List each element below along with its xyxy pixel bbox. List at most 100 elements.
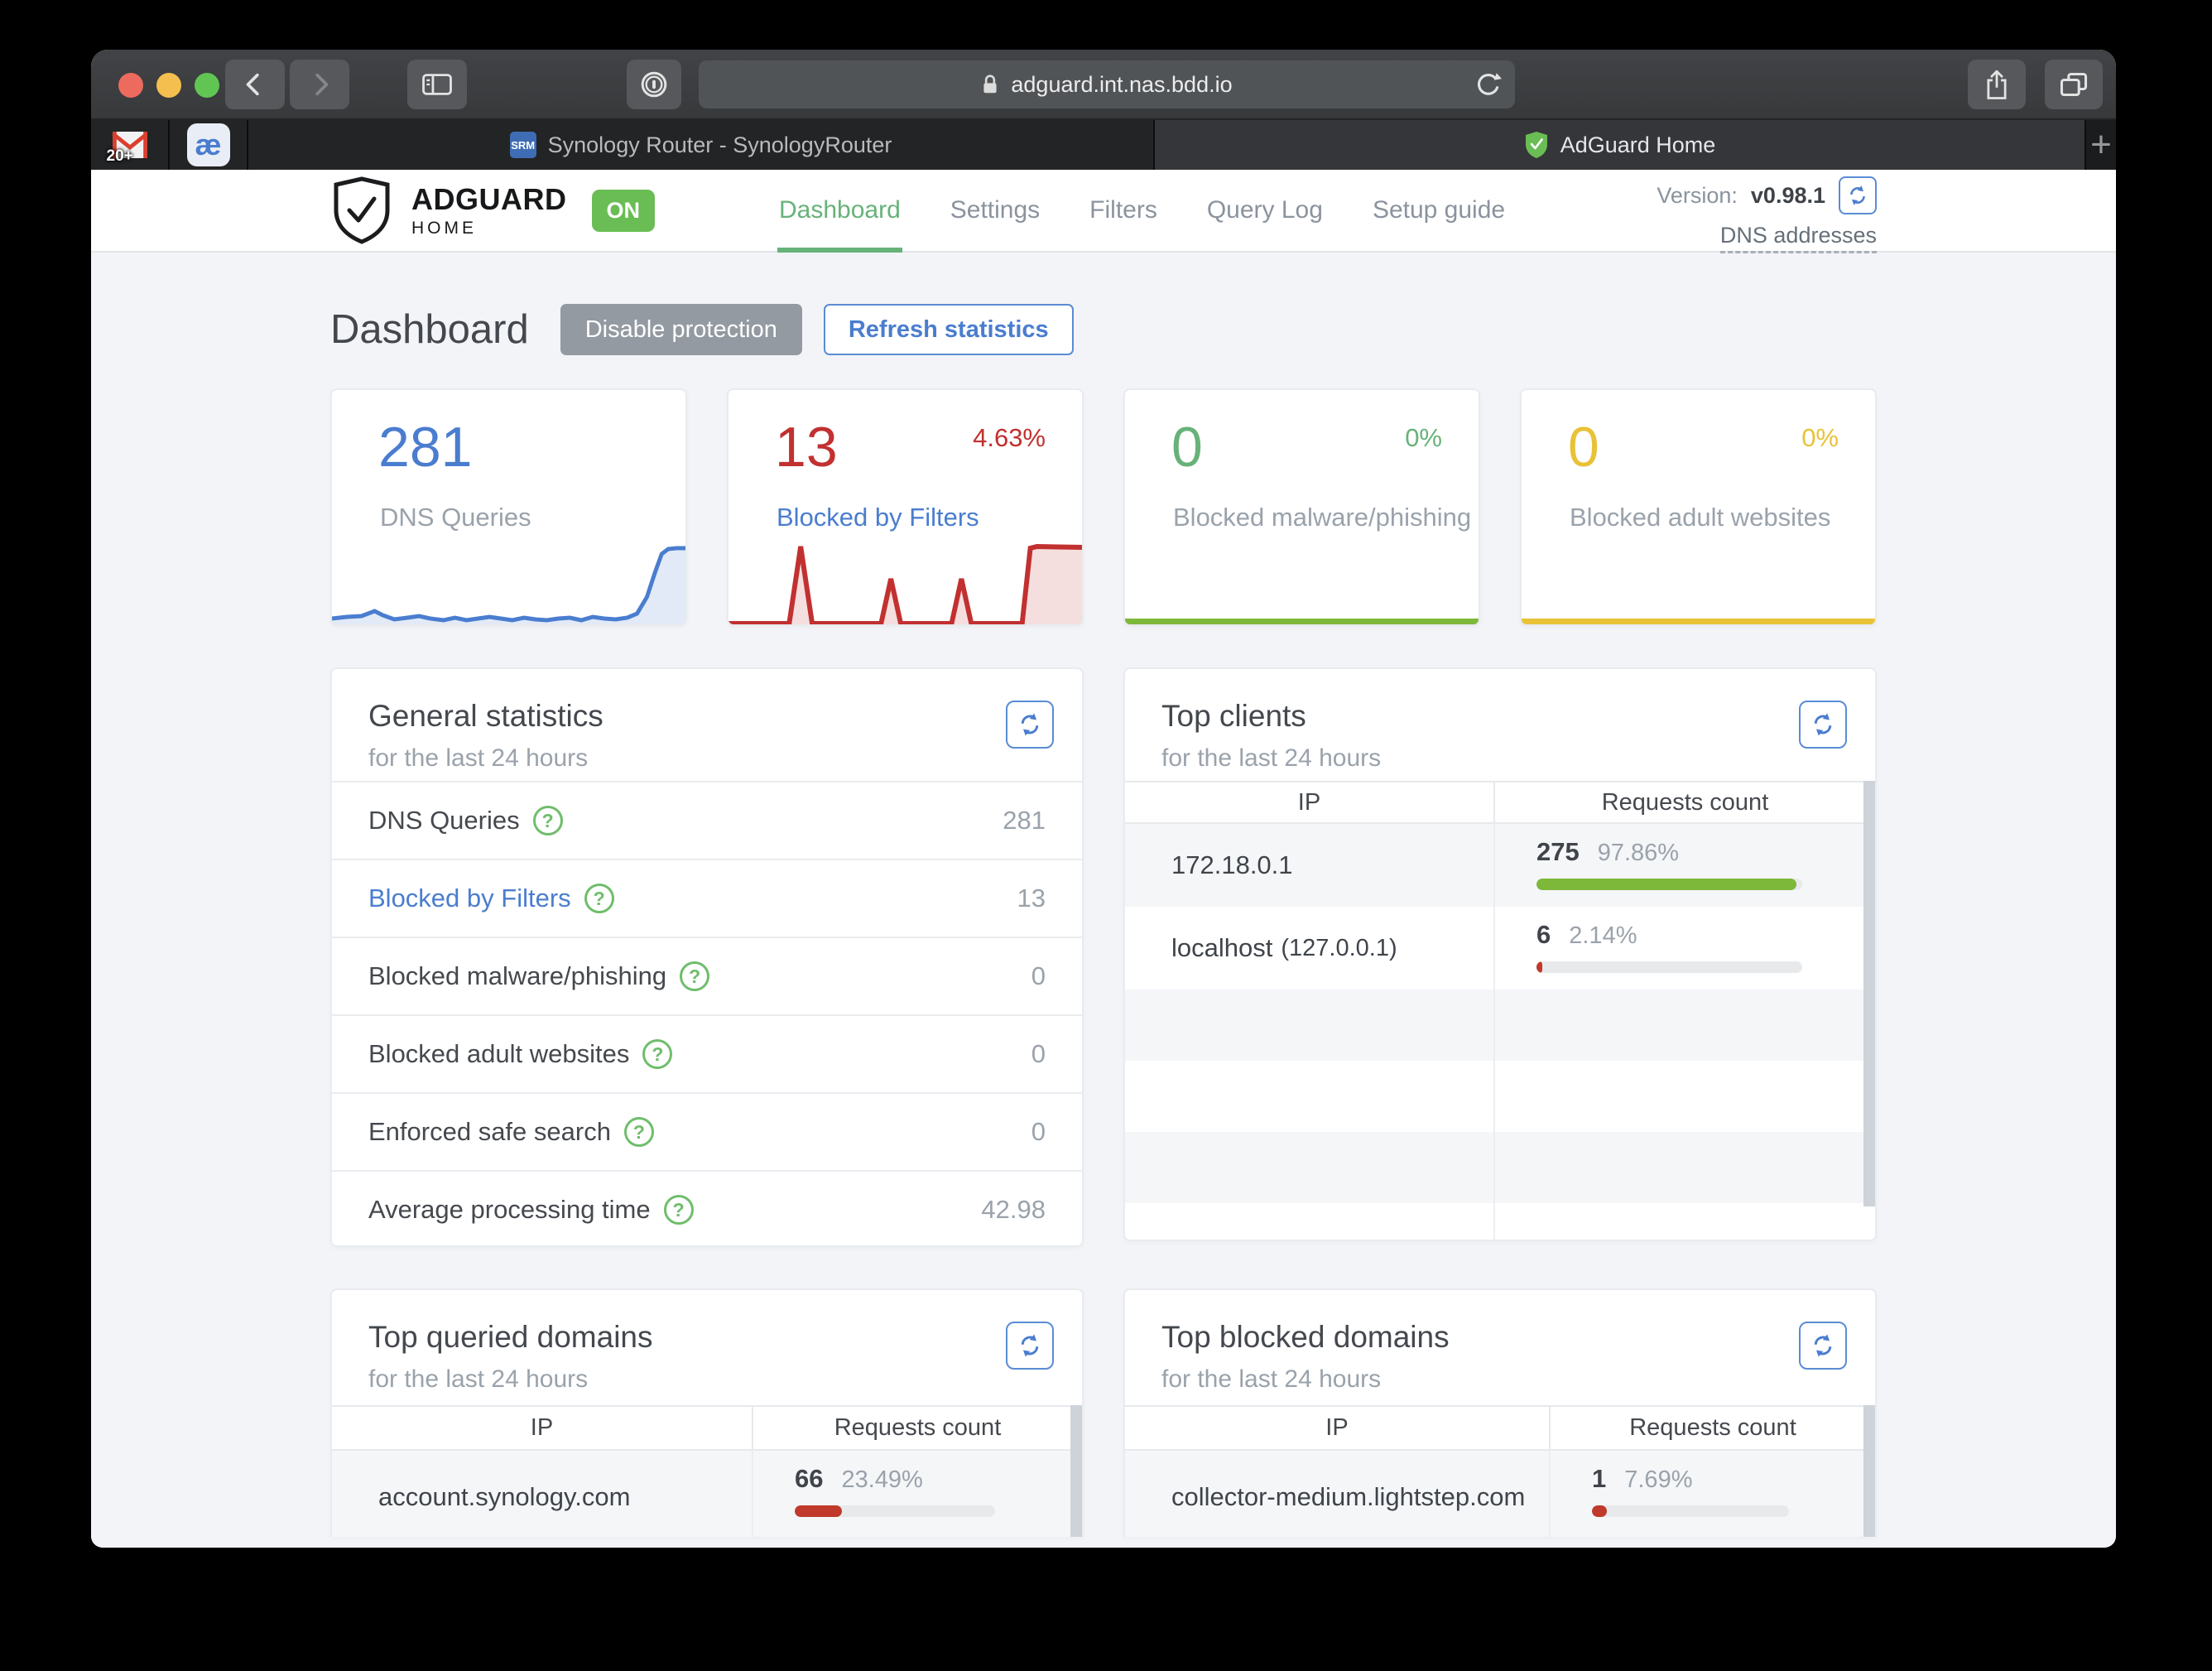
close-window-button[interactable] <box>118 73 143 98</box>
table-header: IP Requests count <box>1125 1405 1875 1451</box>
panel-subtitle: for the last 24 hours <box>368 744 589 772</box>
protection-status-badge: ON <box>591 189 655 232</box>
stat-value: 281 <box>1003 806 1046 835</box>
brand-name: ADGUARD <box>411 181 567 216</box>
request-percent: 2.14% <box>1569 922 1637 949</box>
gmail-icon: 20+ <box>107 131 148 165</box>
refresh-icon <box>1021 1334 1039 1357</box>
back-button[interactable] <box>225 60 285 109</box>
nav-item-setup-guide[interactable]: Setup guide <box>1348 170 1530 251</box>
refresh-statistics-button[interactable]: Refresh statistics <box>823 304 1074 355</box>
table-row: 172.18.0.1 275 97.86% <box>1125 824 1875 907</box>
card-label-link[interactable]: Blocked by Filters <box>777 503 979 532</box>
progress-bar-fill <box>1536 961 1542 973</box>
stat-value: 0 <box>1031 961 1046 990</box>
refresh-icon <box>1814 1334 1832 1357</box>
column-header-ip[interactable]: IP <box>1125 783 1495 822</box>
dns-addresses-link[interactable]: DNS addresses <box>1719 223 1877 253</box>
nav-item-dashboard[interactable]: Dashboard <box>754 170 926 253</box>
keyhole-icon <box>641 71 667 98</box>
tab-adguard-home[interactable]: AdGuard Home <box>1155 120 2086 170</box>
help-icon[interactable]: ? <box>532 806 563 836</box>
new-tab-button[interactable]: + <box>2086 120 2116 170</box>
refresh-panel-button[interactable] <box>1799 701 1847 749</box>
column-header-requests[interactable]: Requests count <box>753 1407 1082 1449</box>
help-icon[interactable]: ? <box>663 1195 694 1225</box>
panel-title: Top blocked domains <box>1161 1320 1450 1354</box>
column-header-ip[interactable]: IP <box>1125 1407 1551 1449</box>
password-extension-button[interactable] <box>627 60 681 109</box>
table-row: collector-medium.lightstep.com 1 7.69% <box>1125 1451 1875 1537</box>
stat-row-blocked-malware: Blocked malware/phishing ? 0 <box>332 937 1082 1014</box>
card-percent: 0% <box>1405 423 1442 452</box>
forward-button[interactable] <box>290 60 349 109</box>
pinned-tab-gmail[interactable]: 20+ <box>91 120 170 170</box>
stat-value: 0 <box>1031 1039 1046 1068</box>
card-value: 13 <box>775 416 838 479</box>
reload-button[interactable] <box>1474 71 1502 99</box>
tabs-overview-icon <box>2060 73 2088 96</box>
stat-label: Average processing time <box>368 1195 651 1224</box>
scrollbar-thumb[interactable] <box>1863 781 1875 1206</box>
page-title: Dashboard <box>330 307 529 352</box>
scrollbar-thumb[interactable] <box>1863 1405 1875 1537</box>
general-statistics-panel: General statistics for the last 24 hours… <box>330 667 1084 1247</box>
client-ip: 172.18.0.1 <box>1125 824 1495 907</box>
tab-overview-button[interactable] <box>2045 60 2103 109</box>
stat-label: Enforced safe search <box>368 1117 611 1146</box>
url-text: adguard.int.nas.bdd.io <box>1011 71 1233 97</box>
card-label: Blocked adult websites <box>1570 503 1831 532</box>
tab-synology-router[interactable]: SRM Synology Router - SynologyRouter <box>248 120 1155 170</box>
disable-protection-button[interactable]: Disable protection <box>560 304 802 355</box>
table-header: IP Requests count <box>1125 781 1875 824</box>
minimize-window-button[interactable] <box>156 73 181 98</box>
nav-item-query-log[interactable]: Query Log <box>1182 170 1348 251</box>
panel-title: Top clients <box>1161 699 1306 733</box>
nav-item-settings[interactable]: Settings <box>926 170 1065 251</box>
blocked-filters-sparkline <box>729 543 1082 624</box>
sidebar-icon <box>422 74 452 95</box>
stat-value: 13 <box>1017 884 1046 913</box>
column-header-requests[interactable]: Requests count <box>1551 1407 1875 1449</box>
tab-title: AdGuard Home <box>1560 132 1716 157</box>
pinned-tab-ae[interactable]: æ <box>170 120 248 170</box>
share-button[interactable] <box>1968 60 2026 109</box>
stat-value: 42.98 <box>981 1195 1046 1224</box>
queried-domain: account.synology.com <box>332 1451 753 1537</box>
brand-sub: HOME <box>411 218 477 238</box>
column-header-requests[interactable]: Requests count <box>1495 783 1875 822</box>
stat-row-blocked-adult: Blocked adult websites ? 0 <box>332 1014 1082 1092</box>
stat-row-dns-queries: DNS Queries ? 281 <box>332 781 1082 859</box>
card-label: Blocked malware/phishing <box>1173 503 1472 532</box>
request-count: 1 <box>1592 1464 1607 1493</box>
refresh-panel-button[interactable] <box>1006 701 1054 749</box>
sidebar-toggle-button[interactable] <box>407 60 467 109</box>
page-body: Dashboard Disable protection Refresh sta… <box>91 253 2116 1548</box>
scrollbar-thumb[interactable] <box>1070 1405 1082 1537</box>
refresh-panel-button[interactable] <box>1006 1322 1054 1370</box>
adguard-logo[interactable]: ADGUARD HOME <box>330 176 567 245</box>
gmail-unread-badge: 20+ <box>106 147 133 165</box>
flat-sparkline <box>1522 619 1875 624</box>
column-header-ip[interactable]: IP <box>332 1407 753 1449</box>
table-header: IP Requests count <box>332 1405 1082 1451</box>
help-icon[interactable]: ? <box>584 884 614 913</box>
help-icon[interactable]: ? <box>623 1117 654 1147</box>
panel-subtitle: for the last 24 hours <box>1161 1365 1382 1393</box>
table-row-empty <box>1125 1203 1875 1240</box>
help-icon[interactable]: ? <box>680 961 710 991</box>
srm-favicon: SRM <box>509 132 536 158</box>
zoom-window-button[interactable] <box>195 73 219 98</box>
stat-label-link[interactable]: Blocked by Filters <box>368 884 571 913</box>
check-updates-button[interactable] <box>1839 176 1877 214</box>
card-value: 0 <box>1171 416 1203 479</box>
table-row-empty <box>1125 990 1875 1061</box>
stat-label: DNS Queries <box>368 806 520 835</box>
help-icon[interactable]: ? <box>642 1039 673 1069</box>
refresh-panel-button[interactable] <box>1799 1322 1847 1370</box>
address-bar[interactable]: adguard.int.nas.bdd.io <box>699 60 1515 108</box>
card-blocked-adult: 0 0% Blocked adult websites <box>1520 388 1877 626</box>
nav-item-filters[interactable]: Filters <box>1065 170 1182 251</box>
card-blocked-by-filters: 13 4.63% Blocked by Filters <box>727 388 1084 626</box>
page-title-row: Dashboard Disable protection Refresh sta… <box>330 304 1877 355</box>
